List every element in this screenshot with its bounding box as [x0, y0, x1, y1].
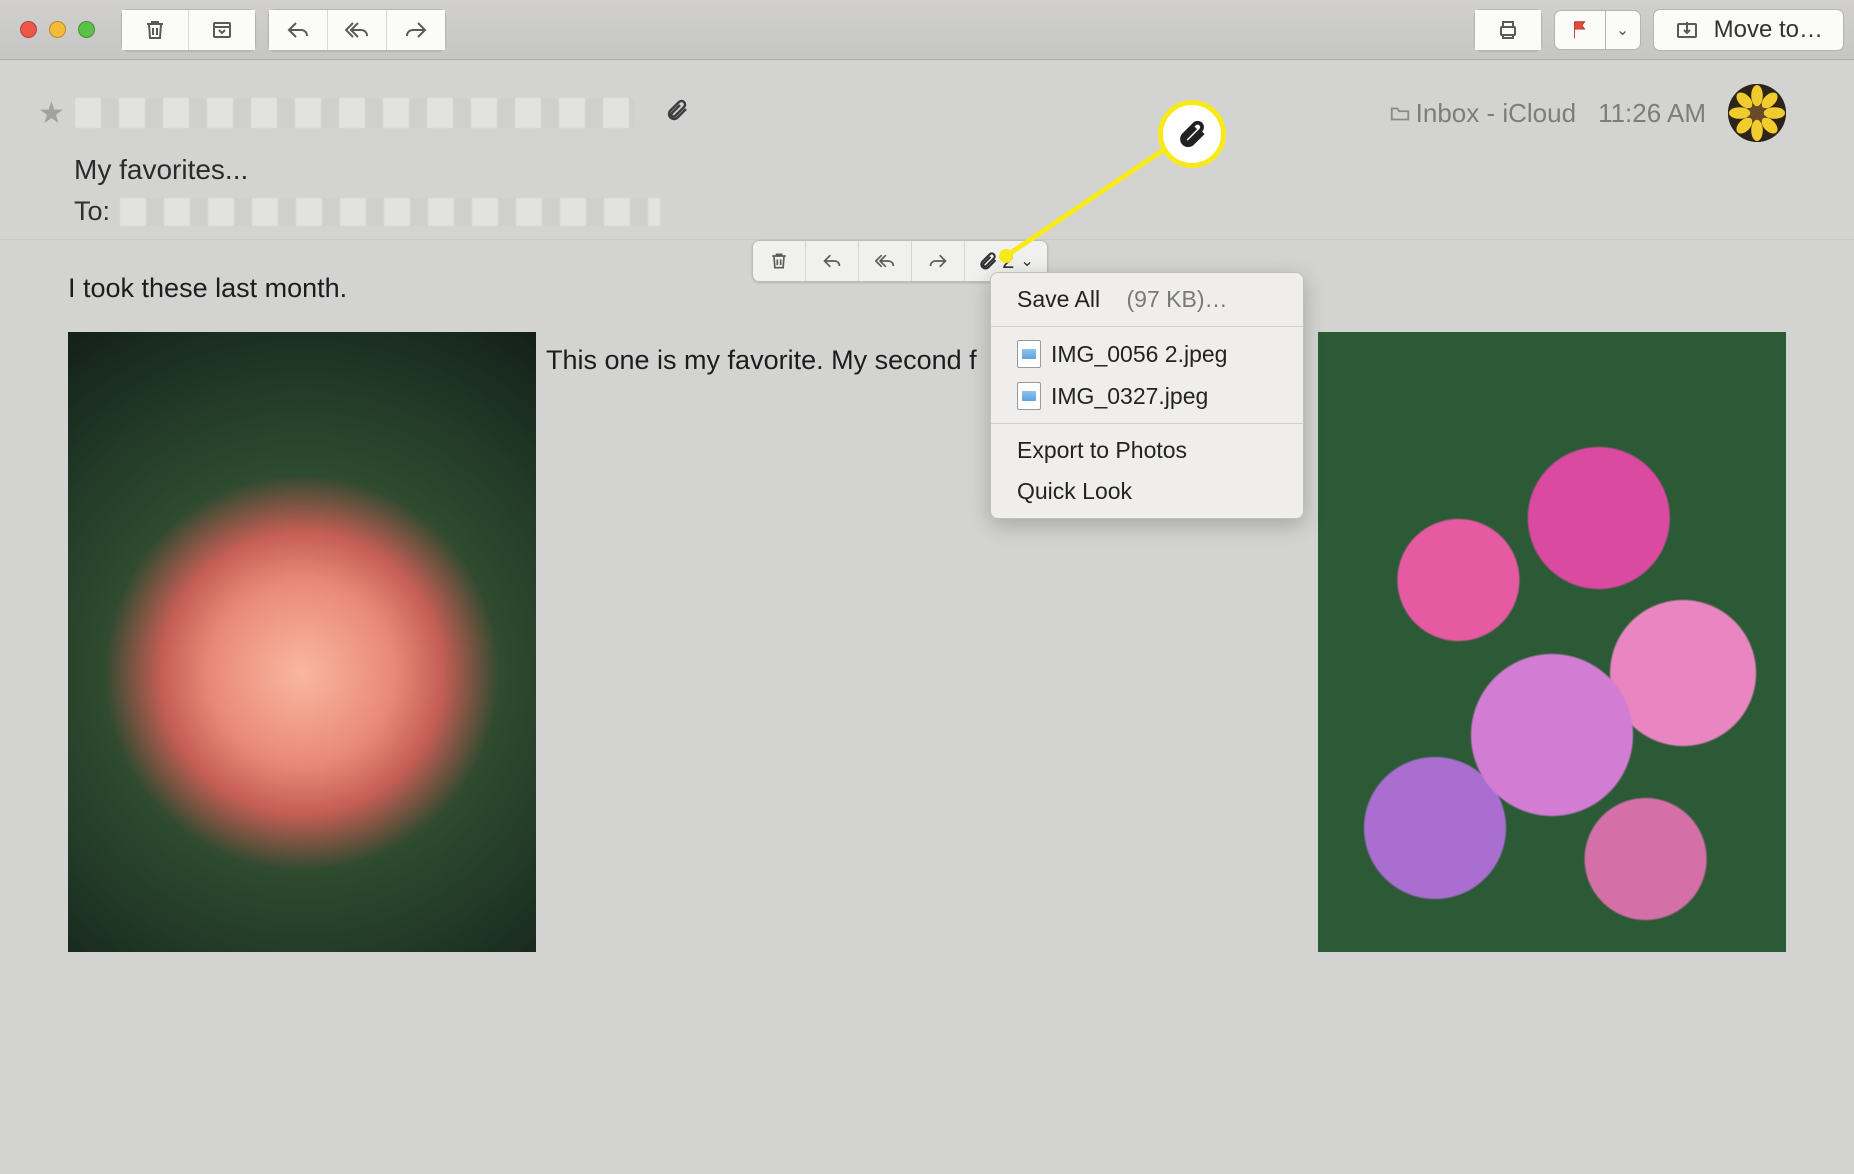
- trash-icon: [143, 18, 167, 42]
- folder-icon: [1388, 103, 1412, 125]
- attachment-item[interactable]: IMG_0056 2.jpeg: [991, 333, 1303, 375]
- titlebar: ⌄ Move to…: [0, 0, 1854, 60]
- attachment-name: IMG_0327.jpeg: [1051, 383, 1208, 410]
- popover-separator: [991, 326, 1303, 327]
- attachment-name: IMG_0056 2.jpeg: [1051, 341, 1227, 368]
- export-to-photos-item[interactable]: Export to Photos: [991, 430, 1303, 471]
- move-to-label: Move to…: [1714, 16, 1823, 44]
- reply-group: [268, 9, 446, 51]
- image-file-icon: [1017, 340, 1041, 368]
- move-to-button[interactable]: Move to…: [1653, 9, 1844, 51]
- trash-icon: [769, 251, 789, 271]
- save-all-label: Save All: [1017, 286, 1100, 313]
- attachment-indicator: [665, 98, 689, 129]
- message-body: I took these last month. This one is my …: [0, 240, 1854, 982]
- mail-message-window: ⌄ Move to… ★ Inbox - iCloud 11:26 AM: [0, 0, 1854, 1174]
- print-button[interactable]: [1475, 10, 1541, 50]
- image-file-icon: [1017, 382, 1041, 410]
- inline-reply-button[interactable]: [806, 241, 859, 281]
- attachments-popover: Save All (97 KB)… IMG_0056 2.jpeg IMG_03…: [990, 272, 1304, 519]
- reply-all-icon: [875, 251, 895, 271]
- recipient-redacted: [120, 198, 660, 226]
- delete-group: [121, 9, 256, 51]
- flag-icon: [1569, 19, 1591, 41]
- inline-forward-button[interactable]: [912, 241, 965, 281]
- printer-icon: [1496, 18, 1520, 42]
- inline-image-1[interactable]: [68, 332, 536, 952]
- message-time: 11:26 AM: [1598, 98, 1706, 129]
- reply-all-button[interactable]: [328, 10, 387, 50]
- minimize-window-button[interactable]: [49, 21, 66, 38]
- archive-button[interactable]: [189, 10, 255, 50]
- message-header: ★ Inbox - iCloud 11:26 AM My f: [0, 60, 1854, 240]
- favorite-star[interactable]: ★: [38, 96, 65, 131]
- save-all-size: (97 KB)…: [1127, 286, 1228, 313]
- zoom-window-button[interactable]: [78, 21, 95, 38]
- archive-icon: [210, 18, 234, 42]
- save-all-item[interactable]: Save All (97 KB)…: [991, 279, 1303, 320]
- inline-reply-all-button[interactable]: [859, 241, 912, 281]
- inline-delete-button[interactable]: [753, 241, 806, 281]
- message-subject: My favorites...: [74, 154, 1786, 186]
- paperclip-icon: [1177, 119, 1207, 149]
- window-controls: [20, 21, 95, 38]
- reply-button[interactable]: [269, 10, 328, 50]
- reply-icon: [286, 18, 310, 42]
- quick-look-item[interactable]: Quick Look: [991, 471, 1303, 512]
- close-window-button[interactable]: [20, 21, 37, 38]
- sender-redacted: [75, 98, 635, 128]
- attachment-item[interactable]: IMG_0327.jpeg: [991, 375, 1303, 417]
- highlight-paperclip-callout: [1158, 100, 1226, 168]
- forward-button[interactable]: [387, 10, 445, 50]
- avatar-image: [1728, 84, 1786, 142]
- forward-icon: [928, 251, 948, 271]
- to-prefix: To:: [74, 196, 110, 227]
- flag-group: ⌄: [1554, 10, 1641, 50]
- paperclip-icon: [665, 98, 689, 122]
- folder-label[interactable]: Inbox - iCloud: [1388, 98, 1576, 129]
- inline-image-2[interactable]: [1318, 332, 1786, 952]
- popover-separator: [991, 423, 1303, 424]
- chevron-down-icon: ⌄: [1616, 20, 1629, 40]
- delete-button[interactable]: [122, 10, 189, 50]
- forward-icon: [404, 18, 428, 42]
- reply-all-icon: [345, 18, 369, 42]
- flag-button[interactable]: [1554, 10, 1606, 50]
- to-line: To:: [74, 196, 1786, 227]
- flag-dropdown-button[interactable]: ⌄: [1606, 10, 1641, 50]
- avatar[interactable]: [1728, 84, 1786, 142]
- reply-icon: [822, 251, 842, 271]
- move-to-icon: [1674, 18, 1700, 42]
- print-group: [1474, 9, 1542, 51]
